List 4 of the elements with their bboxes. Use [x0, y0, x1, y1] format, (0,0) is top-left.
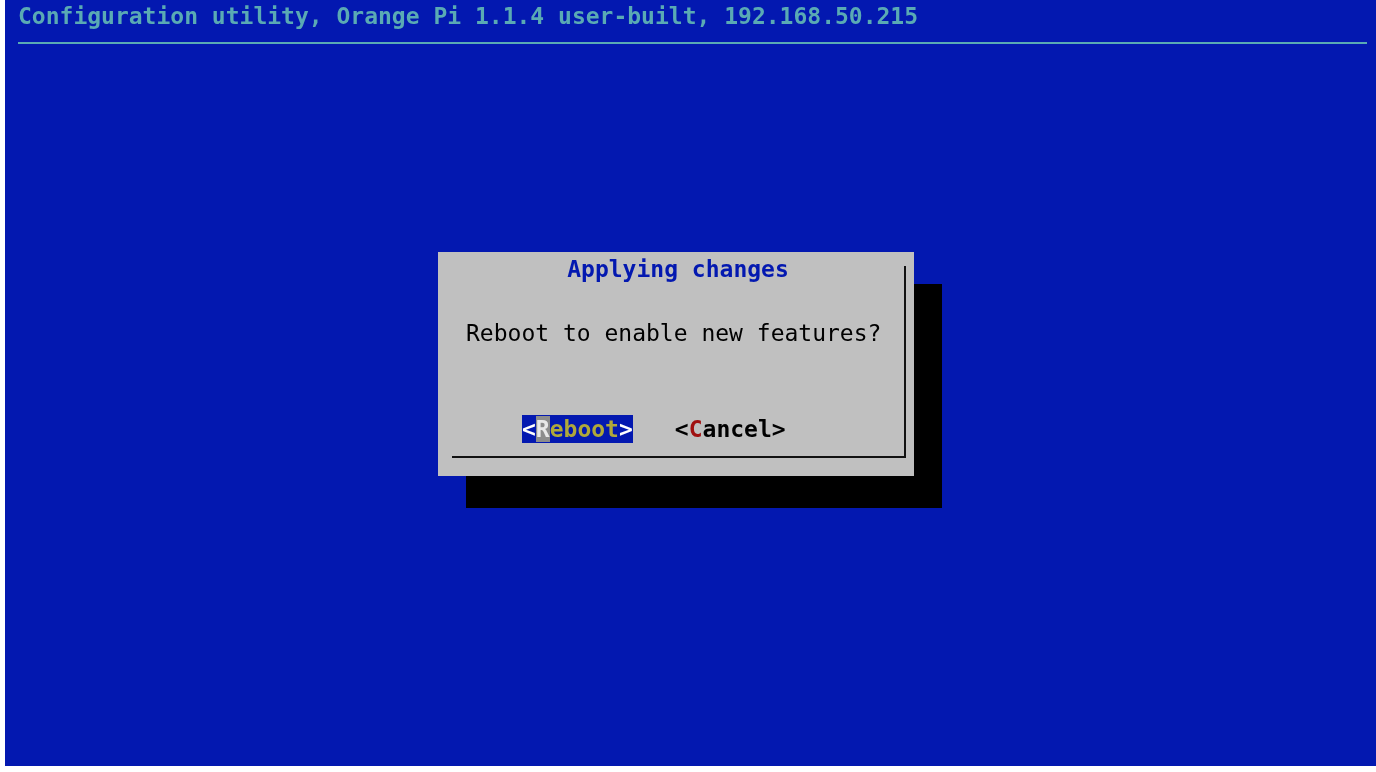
dialog-button[interactable]: <Cancel>: [674, 415, 786, 443]
header-title: Configuration utility, Orange Pi 1.1.4 user-built, 192.168.50.215: [17, 2, 920, 30]
dialog-message: Reboot to enable new features?: [466, 320, 882, 346]
dialog-title: Applying changes: [567, 256, 789, 282]
